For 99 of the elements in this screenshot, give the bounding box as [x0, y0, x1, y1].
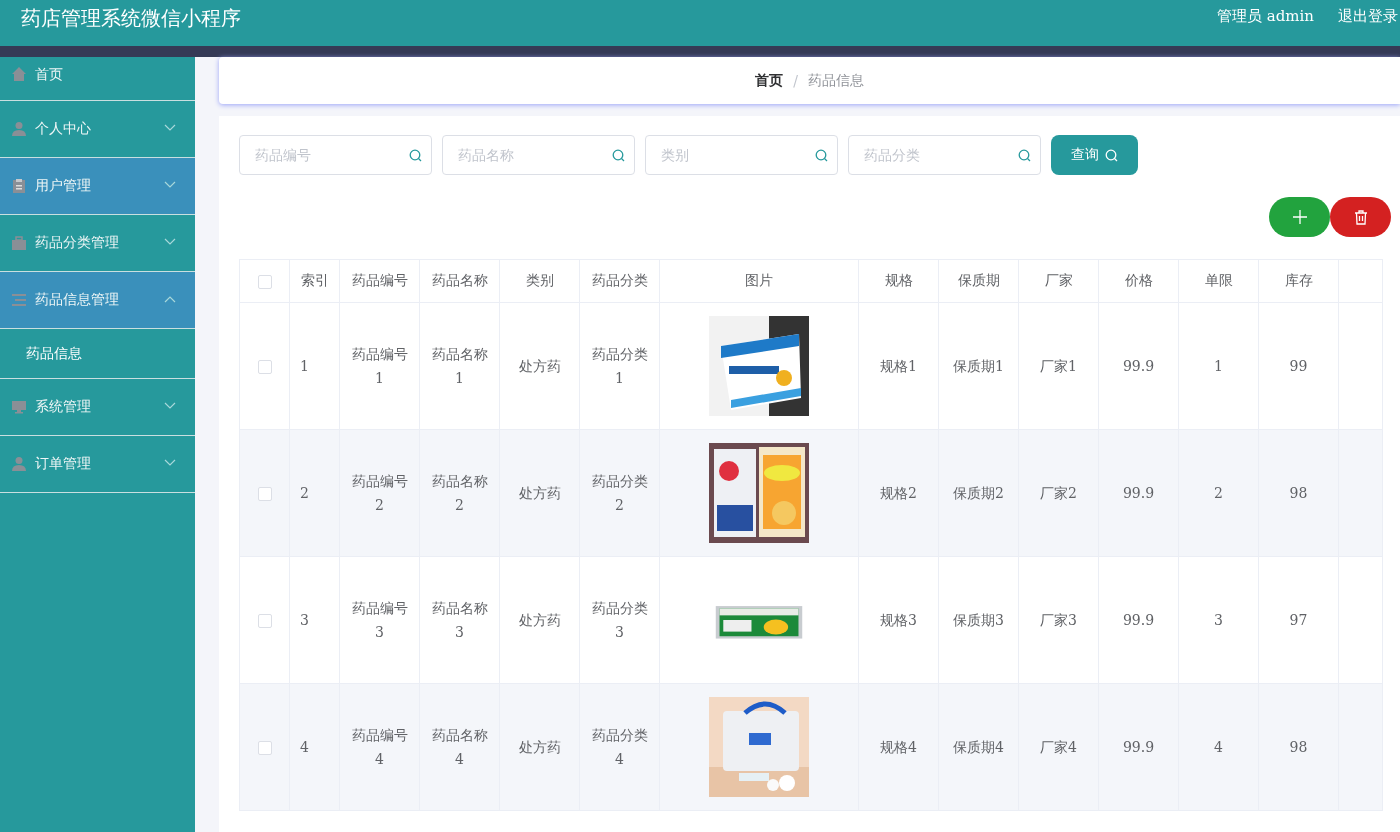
table-cell-text: 1: [300, 357, 309, 376]
table-cell-text: 厂家2: [1040, 484, 1077, 503]
column-header: 库存: [1258, 259, 1339, 303]
table-cell-text: 3: [300, 611, 309, 630]
table-cell-text: 药品名称2: [430, 472, 489, 515]
table-cell-text: 规格4: [880, 738, 917, 757]
menu-label: 首页: [35, 66, 63, 84]
table-cell-text: 4: [300, 738, 309, 757]
clipboard-icon: [11, 178, 27, 194]
table-cell-text: 2: [1214, 484, 1223, 503]
menu-label: 系统管理: [35, 398, 91, 416]
column-header: 保质期: [938, 259, 1019, 303]
table-cell-text: 处方药: [518, 357, 561, 376]
search-field[interactable]: 药品分类: [848, 135, 1041, 175]
breadcrumb-link[interactable]: 首页: [755, 71, 784, 90]
menu-label: 药品信息管理: [35, 291, 119, 309]
table-cell-text: 98: [1289, 484, 1308, 503]
table-cell-text: 处方药: [518, 611, 561, 630]
person-icon: [11, 121, 27, 137]
search-button[interactable]: 查询: [1051, 135, 1138, 175]
column-header: 厂家: [1018, 259, 1099, 303]
user-label: 管理员 admin: [1217, 7, 1314, 26]
column-header: 药品编号: [339, 259, 420, 303]
menu-item[interactable]: 订单管理: [0, 436, 195, 493]
home-icon: [11, 66, 27, 82]
table-cell-text: 保质期4: [953, 738, 1004, 757]
table-cell-text: 药品编号4: [350, 726, 409, 769]
table-cell-text: 药品名称1: [430, 345, 489, 388]
menu-label: 药品分类管理: [35, 234, 119, 252]
row-checkbox[interactable]: [257, 741, 272, 755]
table-cell-text: 4: [1214, 738, 1223, 757]
table-cell-text: 处方药: [518, 738, 561, 757]
row-checkbox[interactable]: [257, 487, 272, 501]
table-cell-text: 药品编号1: [350, 345, 409, 388]
table-cell-text: 97: [1289, 611, 1308, 630]
column-header: 药品名称: [419, 259, 500, 303]
delete-button[interactable]: [1330, 197, 1391, 237]
monitor-icon: [11, 399, 27, 415]
table-cell-text: 3: [1214, 611, 1223, 630]
table-cell-text: 1: [1214, 357, 1223, 376]
menu-item[interactable]: 用户管理: [0, 158, 195, 215]
menu-item[interactable]: 首页: [0, 57, 195, 101]
column-header: 价格: [1098, 259, 1179, 303]
table-cell-text: 2: [300, 484, 309, 503]
table-cell-text: 药品分类4: [590, 726, 649, 769]
menu-item[interactable]: 药品信息管理: [0, 272, 195, 329]
table-cell-text: 处方药: [518, 484, 561, 503]
logout-link[interactable]: 退出登录: [1338, 7, 1398, 26]
search-icon: [815, 149, 828, 162]
table-cell-text: 药品名称4: [430, 726, 489, 769]
table-cell-text: 药品编号2: [350, 472, 409, 515]
table-cell-text: 厂家3: [1040, 611, 1077, 630]
plus-icon: [1292, 210, 1307, 224]
table-cell-text: 厂家1: [1040, 357, 1077, 376]
search-field[interactable]: 类别: [645, 135, 838, 175]
menu-item[interactable]: 系统管理: [0, 379, 195, 436]
table-cell-text: 药品名称3: [430, 599, 489, 642]
table-cell-text: 厂家4: [1040, 738, 1077, 757]
table-cell-text: 99.9: [1122, 484, 1155, 503]
table-cell-text: 规格2: [880, 484, 917, 503]
row-checkbox[interactable]: [257, 614, 272, 628]
column-header: 图片: [659, 259, 859, 303]
table-cell-text: 药品分类1: [590, 345, 649, 388]
table-cell-text: 药品分类3: [590, 599, 649, 642]
breadcrumb-separator: /: [793, 72, 798, 89]
row-checkbox[interactable]: [257, 360, 272, 374]
table-cell-text: 规格1: [880, 357, 917, 376]
table-cell-text: 99.9: [1122, 357, 1155, 376]
menu-label: 订单管理: [35, 455, 91, 473]
table-cell-text: 99.9: [1122, 611, 1155, 630]
table-cell-text: 药品编号3: [350, 599, 409, 642]
trash-icon: [1353, 209, 1368, 225]
column-header: 单限: [1178, 259, 1259, 303]
table-cell-text: 规格3: [880, 611, 917, 630]
column-header: 类别: [499, 259, 580, 303]
menu-label: 个人中心: [35, 120, 91, 138]
table-cell-text: 99.9: [1122, 738, 1155, 757]
column-header: 索引: [289, 259, 340, 303]
column-header: 规格: [858, 259, 939, 303]
table-cell-text: 保质期2: [953, 484, 1004, 503]
search-icon: [1018, 149, 1031, 162]
table-cell-text: 98: [1289, 738, 1308, 757]
list-icon: [11, 292, 27, 308]
app-title: 药店管理系统微信小程序: [21, 5, 241, 32]
search-field[interactable]: 药品编号: [239, 135, 432, 175]
menu-label: 用户管理: [35, 177, 91, 195]
person-icon: [11, 456, 27, 472]
add-button[interactable]: [1269, 197, 1330, 237]
table-cell-text: 药品分类2: [590, 472, 649, 515]
search-field[interactable]: 药品名称: [442, 135, 635, 175]
table-cell-text: 保质期1: [953, 357, 1004, 376]
search-icon: [409, 149, 422, 162]
table-cell-text: 99: [1289, 357, 1308, 376]
table-cell-text: 保质期3: [953, 611, 1004, 630]
briefcase-icon: [11, 235, 27, 251]
column-header: 药品分类: [579, 259, 660, 303]
select-all-checkbox[interactable]: [257, 275, 272, 289]
search-icon: [612, 149, 625, 162]
search-icon: [1105, 148, 1118, 162]
